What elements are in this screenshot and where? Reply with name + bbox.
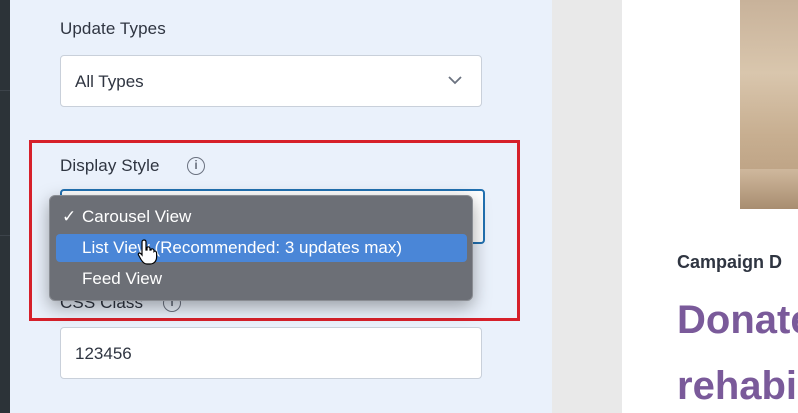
option-feed-view[interactable]: Feed View	[56, 265, 467, 293]
checkmark-icon: ✓	[62, 207, 77, 226]
campaign-image	[740, 0, 798, 209]
sidebar-divider	[0, 90, 10, 91]
css-class-input[interactable]: 123456	[60, 327, 482, 379]
panel-gutter	[552, 0, 622, 413]
css-class-value: 123456	[75, 344, 132, 363]
display-style-dropdown: ✓ Carousel View List View (Recommended: …	[49, 195, 473, 301]
hand-pointer-cursor-icon	[137, 239, 158, 265]
sidebar-divider	[0, 235, 10, 236]
chevron-down-icon	[448, 76, 462, 85]
campaign-headline-line1: Donate	[677, 298, 798, 342]
campaign-headline-line2: rehabi	[677, 364, 798, 408]
update-types-select[interactable]: All Types	[60, 55, 482, 107]
option-list-view[interactable]: List View (Recommended: 3 updates max)	[56, 234, 467, 262]
update-types-value: All Types	[75, 72, 144, 91]
update-types-label: Update Types	[60, 19, 166, 38]
admin-sidebar-edge	[0, 0, 10, 413]
campaign-label: Campaign D	[677, 252, 783, 272]
info-icon[interactable]: i	[187, 157, 205, 175]
option-carousel-view[interactable]: ✓ Carousel View	[56, 203, 467, 231]
display-style-label: Display Style	[60, 156, 160, 175]
